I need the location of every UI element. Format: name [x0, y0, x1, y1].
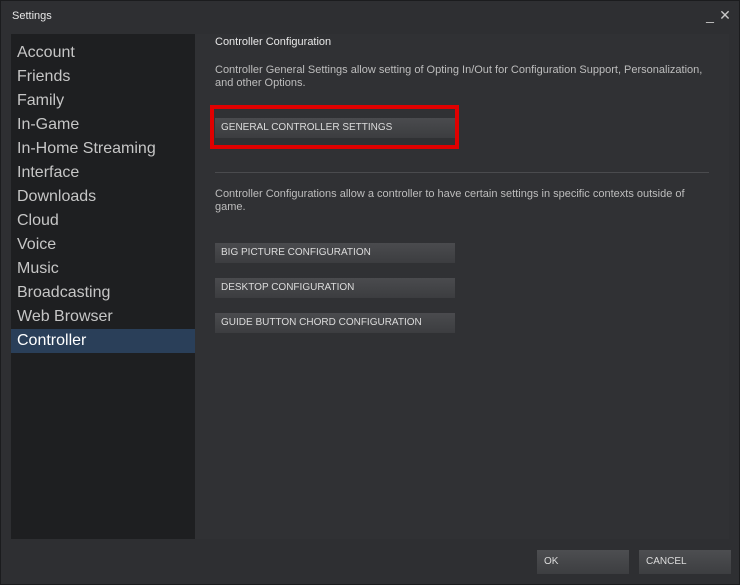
sidebar-item-web-browser[interactable]: Web Browser [11, 305, 195, 329]
cancel-button[interactable]: CANCEL [639, 550, 731, 574]
settings-content-panel: Controller Configuration Controller Gene… [195, 34, 729, 539]
close-icon[interactable]: ✕ [718, 7, 732, 23]
sidebar-item-family[interactable]: Family [11, 89, 195, 113]
guide-button-chord-configuration-button[interactable]: GUIDE BUTTON CHORD CONFIGURATION [215, 313, 455, 333]
configurations-description: Controller Configurations allow a contro… [215, 188, 685, 213]
highlight-box [210, 105, 459, 149]
settings-window: Settings _ ✕ Account Friends Family In-G… [0, 0, 740, 585]
sidebar-item-voice[interactable]: Voice [11, 233, 195, 257]
settings-sidebar: Account Friends Family In-Game In-Home S… [11, 34, 195, 539]
sidebar-item-in-game[interactable]: In-Game [11, 113, 195, 137]
window-title: Settings [12, 10, 52, 22]
sidebar-item-interface[interactable]: Interface [11, 161, 195, 185]
ok-button[interactable]: OK [537, 550, 629, 574]
general-settings-description: Controller General Settings allow settin… [215, 64, 703, 89]
section-divider [215, 172, 709, 173]
sidebar-item-cloud[interactable]: Cloud [11, 209, 195, 233]
sidebar-item-account[interactable]: Account [11, 41, 195, 65]
title-bar[interactable]: Settings _ ✕ [1, 1, 739, 31]
sidebar-item-in-home-streaming[interactable]: In-Home Streaming [11, 137, 195, 161]
sidebar-item-controller[interactable]: Controller [11, 329, 195, 353]
big-picture-configuration-button[interactable]: BIG PICTURE CONFIGURATION [215, 243, 455, 263]
sidebar-item-broadcasting[interactable]: Broadcasting [11, 281, 195, 305]
sidebar-item-music[interactable]: Music [11, 257, 195, 281]
sidebar-item-friends[interactable]: Friends [11, 65, 195, 89]
sidebar-item-downloads[interactable]: Downloads [11, 185, 195, 209]
minimize-icon[interactable]: _ [703, 7, 717, 23]
page-title: Controller Configuration [215, 36, 332, 48]
desktop-configuration-button[interactable]: DESKTOP CONFIGURATION [215, 278, 455, 298]
